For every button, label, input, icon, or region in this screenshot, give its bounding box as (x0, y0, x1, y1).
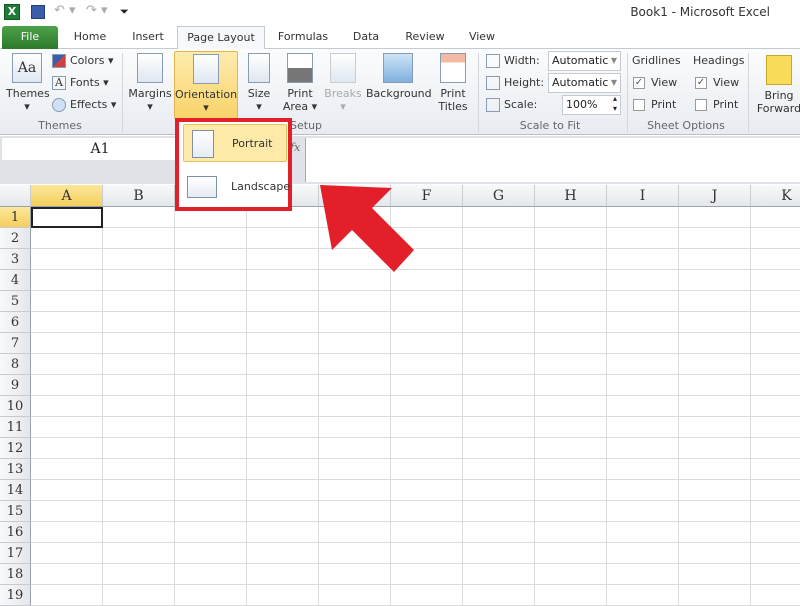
red-arrow-annotation (320, 185, 414, 272)
arrow-icon (320, 185, 414, 272)
